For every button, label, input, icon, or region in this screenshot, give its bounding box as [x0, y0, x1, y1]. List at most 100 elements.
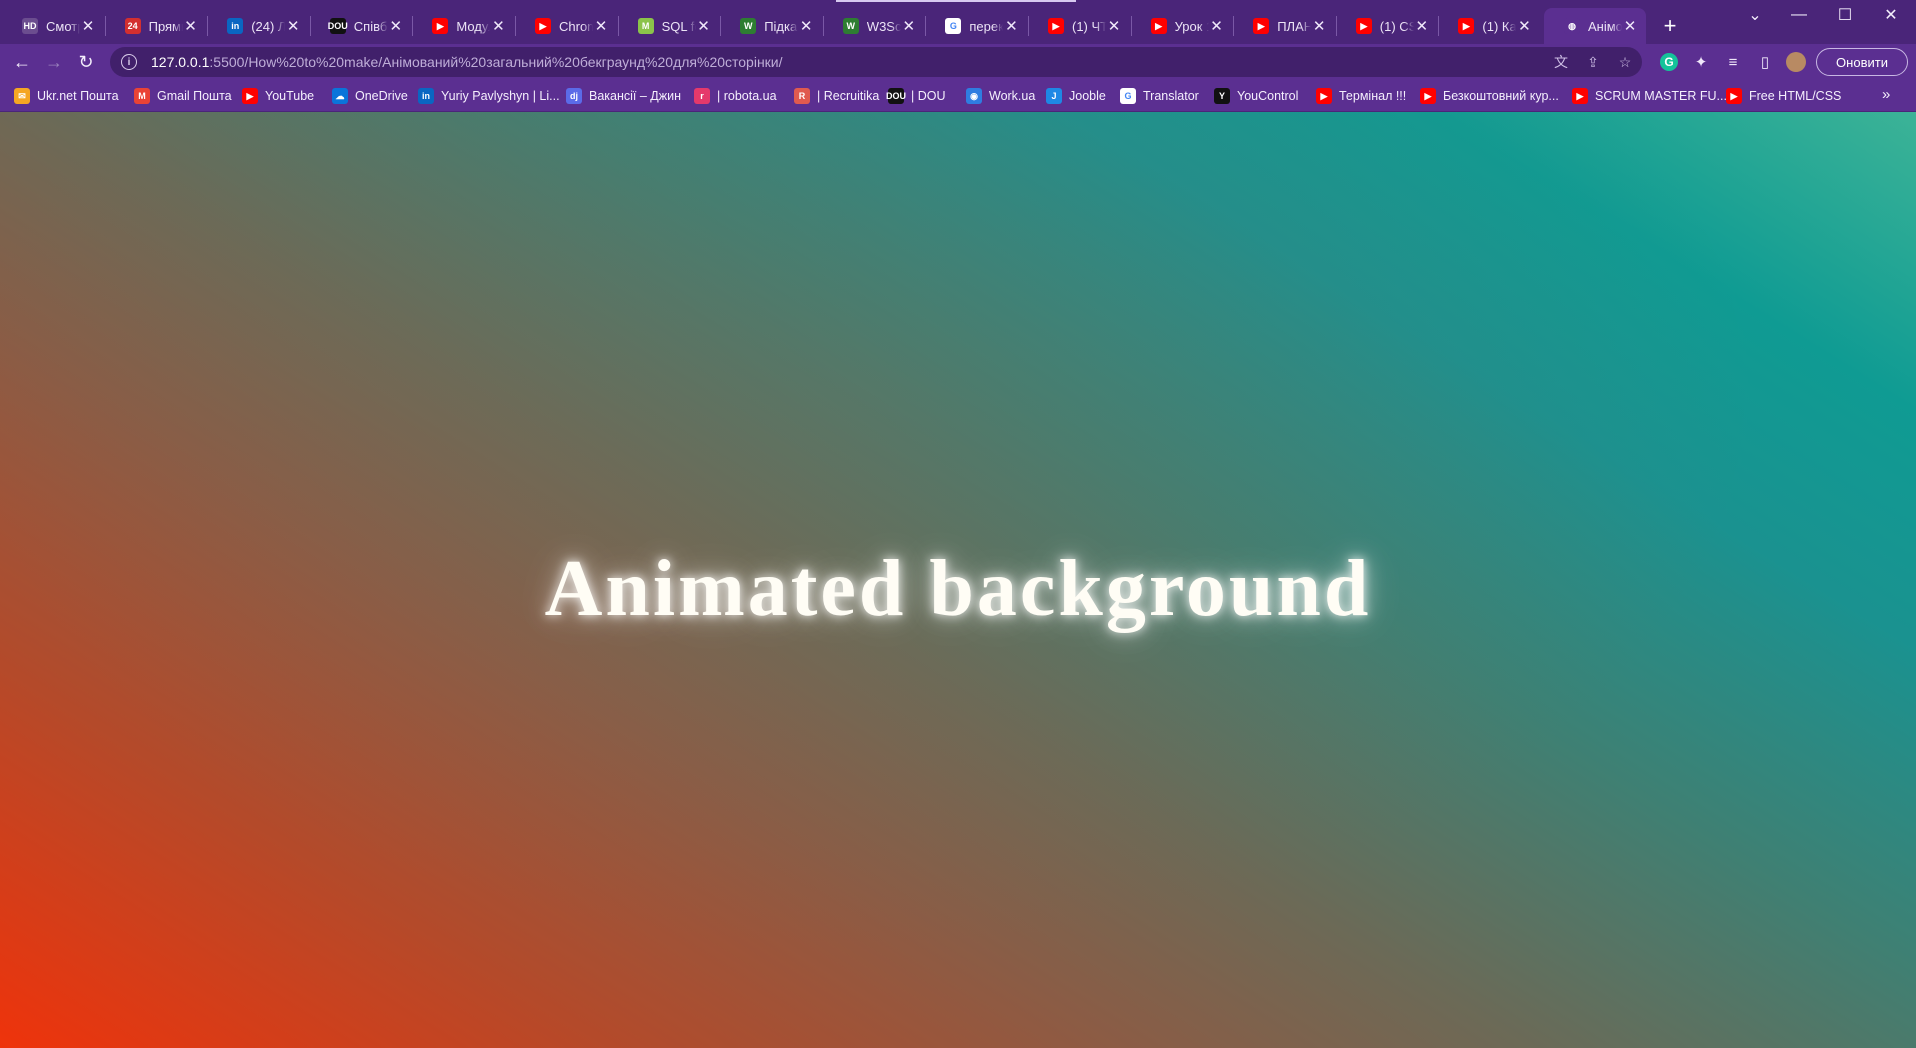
translate-icon[interactable]: 文 [1552, 53, 1570, 71]
tab-title: Підказ [764, 18, 798, 34]
side-panel-icon[interactable]: ▯ [1754, 51, 1776, 73]
tab-separator [207, 16, 209, 36]
tab-close-icon[interactable]: ✕ [593, 18, 609, 35]
bookmarks-bar: ✉ Ukr.net Пошта M Gmail Пошта ▶ YouTube ☁ OneDr… [0, 80, 1916, 112]
url-text[interactable]: 127.0.0.1:5500/How%20to%20make/Анімовани… [151, 54, 783, 70]
bookmark-item[interactable]: ☁ OneDrive [332, 85, 408, 107]
bookmark-item[interactable]: in Yuriy Pavlyshyn | Li... [418, 85, 560, 107]
browser-tab[interactable]: ▶ Урок 1✕ [1131, 8, 1233, 44]
bookmark-label: YouControl [1237, 89, 1299, 103]
tab-close-icon[interactable]: ✕ [1003, 18, 1019, 35]
tab-separator [412, 16, 414, 36]
tab-search-icon[interactable]: ⌄ [1732, 0, 1778, 30]
bookmark-label: | DOU [911, 89, 946, 103]
bookmark-item[interactable]: ◉ Work.ua [966, 85, 1035, 107]
bookmark-item[interactable]: G Translator [1120, 85, 1199, 107]
tab-favicon-icon: ▶ [1458, 18, 1475, 34]
tab-close-icon[interactable]: ✕ [1209, 18, 1225, 35]
bookmark-item[interactable]: J Jooble [1046, 85, 1106, 107]
bookmark-item[interactable]: Y YouControl [1214, 85, 1298, 107]
site-info-icon[interactable]: i [121, 54, 137, 70]
new-tab-icon[interactable]: + [1656, 12, 1684, 40]
bookmark-favicon-icon: M [134, 88, 150, 104]
tab-close-icon[interactable]: ✕ [1106, 18, 1122, 35]
browser-tab[interactable]: ▶ (1) Как✕ [1438, 8, 1540, 44]
browser-tab[interactable]: HD Смотр✕ [2, 8, 104, 44]
tab-close-icon[interactable]: ✕ [80, 18, 96, 35]
minimize-icon[interactable]: — [1776, 0, 1822, 30]
bookmark-favicon-icon: DOU [886, 88, 906, 104]
bookmark-item[interactable]: ▶ YouTube [242, 85, 314, 107]
tab-close-icon[interactable]: ✕ [183, 18, 199, 35]
tab-close-icon[interactable]: ✕ [798, 18, 814, 35]
forward-icon[interactable]: → [40, 48, 68, 76]
browser-tab[interactable]: W W3Sch✕ [823, 8, 925, 44]
bookmark-item[interactable]: ▶ Термінал !!! [1316, 85, 1406, 107]
grammarly-extension-icon[interactable]: G [1660, 53, 1678, 71]
browser-tab[interactable]: 24 Прями✕ [105, 8, 207, 44]
tab-close-icon[interactable]: ✕ [901, 18, 917, 35]
share-icon[interactable]: ⇪ [1584, 53, 1602, 71]
tab-close-icon[interactable]: ✕ [388, 18, 404, 35]
tab-separator [822, 16, 824, 36]
browser-tab[interactable]: DOU Співбе✕ [310, 8, 412, 44]
reload-icon[interactable]: ↻ [72, 48, 100, 76]
address-bar[interactable]: i 127.0.0.1:5500/How%20to%20make/Анімова… [110, 47, 1642, 77]
tab-title: Прями [148, 18, 183, 34]
tab-favicon-icon: M [637, 18, 654, 34]
window-close-icon[interactable]: ✕ [1868, 0, 1914, 30]
tab-title: перекл [969, 18, 1004, 34]
tab-close-icon[interactable]: ✕ [1516, 18, 1532, 35]
tab-close-icon[interactable]: ✕ [1311, 18, 1327, 35]
browser-tab[interactable]: W Підказ✕ [720, 8, 822, 44]
bookmark-item[interactable]: ▶ Безкоштовний кур... [1420, 85, 1559, 107]
update-button[interactable]: Оновити [1816, 48, 1908, 76]
bookmark-item[interactable]: dj Вакансії – Джин [566, 85, 681, 107]
bookmark-label: Ukr.net Пошта [37, 89, 119, 103]
extensions-icon[interactable]: ✦ [1690, 51, 1712, 73]
bookmark-item[interactable]: M Gmail Пошта [134, 85, 232, 107]
tab-favicon-icon: ▶ [1253, 18, 1270, 34]
tab-close-icon[interactable]: ✕ [1414, 18, 1430, 35]
browser-tab[interactable]: in (24) Ле✕ [207, 8, 309, 44]
browser-tab[interactable]: ▶ ПЛАН ✕ [1233, 8, 1335, 44]
more-bookmarks-icon[interactable]: » [1882, 86, 1890, 103]
tab-title: Урок 1 [1174, 18, 1209, 34]
browser-tab[interactable]: ◍ Анімо ✕ [1544, 8, 1646, 44]
tab-favicon-icon: ▶ [1355, 18, 1372, 34]
tab-close-icon[interactable]: ✕ [696, 18, 712, 35]
tab-close-icon[interactable]: ✕ [285, 18, 301, 35]
back-icon[interactable]: ← [8, 48, 36, 76]
bookmark-item[interactable]: ▶ SCRUM MASTER FU... [1572, 85, 1727, 107]
bookmark-item[interactable]: r | robota.ua [694, 85, 777, 107]
tab-close-icon[interactable]: ✕ [1622, 18, 1638, 35]
bookmark-favicon-icon: ◉ [966, 88, 982, 104]
browser-tab[interactable]: ▶ (1) ЧТЕ✕ [1028, 8, 1130, 44]
bookmark-favicon-icon: ☁ [332, 88, 348, 104]
browser-tab[interactable]: Gперекл✕ [925, 8, 1027, 44]
browser-tab[interactable]: ▶ Модул✕ [412, 8, 514, 44]
browser-tab[interactable]: ▶ (1) CSS✕ [1336, 8, 1438, 44]
tab-title: W3Sch [866, 18, 901, 34]
bookmark-label: Gmail Пошта [157, 89, 232, 103]
tab-favicon-icon: HD [22, 18, 38, 34]
tab-title: (1) Как [1482, 18, 1517, 34]
browser-tab[interactable]: ▶ Chrom ✕ [515, 8, 617, 44]
bookmark-item[interactable]: DOU | DOU [886, 85, 946, 107]
bookmark-label: | robota.ua [717, 89, 777, 103]
bookmark-item[interactable]: ▶ Free HTML/CSS [1726, 85, 1841, 107]
media-control-icon[interactable]: ≡ [1722, 51, 1744, 73]
profile-avatar[interactable] [1786, 52, 1806, 72]
bookmark-star-icon[interactable]: ☆ [1616, 53, 1634, 71]
tab-favicon-icon: ◍ [1564, 18, 1580, 34]
bookmark-item[interactable]: ✉ Ukr.net Пошта [14, 85, 119, 107]
browser-tab[interactable]: M SQL fo✕ [618, 8, 720, 44]
maximize-icon[interactable]: ☐ [1822, 0, 1868, 30]
loading-indicator [836, 0, 1076, 2]
bookmark-label: Work.ua [989, 89, 1036, 103]
tab-separator [1233, 16, 1235, 36]
tab-title: (1) CSS [1379, 18, 1414, 34]
tab-close-icon[interactable]: ✕ [490, 18, 506, 35]
bookmark-item[interactable]: R | Recruitika [794, 85, 879, 107]
tab-favicon-icon: ▶ [1150, 18, 1167, 34]
